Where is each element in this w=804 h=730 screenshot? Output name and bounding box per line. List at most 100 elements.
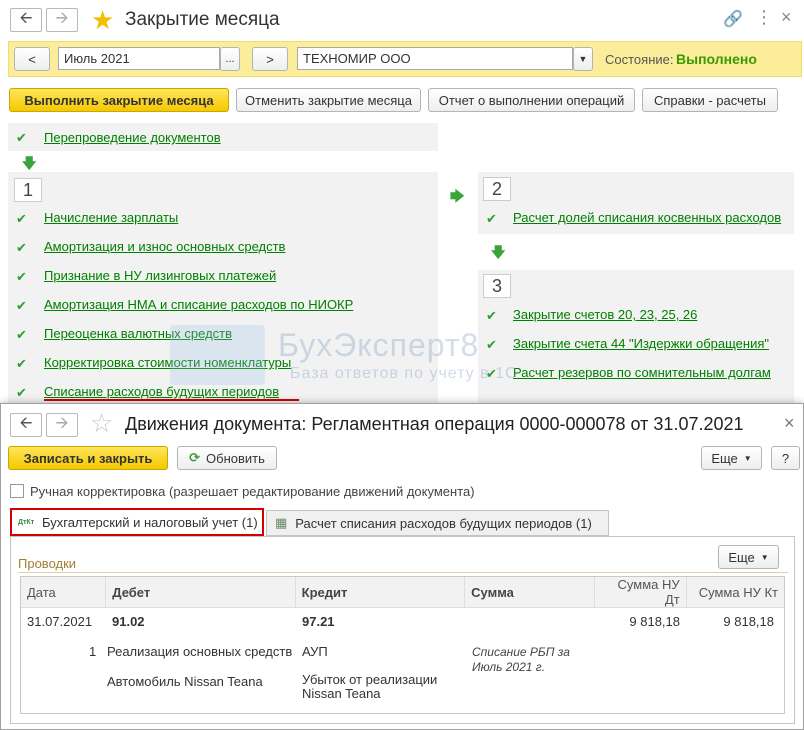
- row-date: 31.07.2021: [27, 614, 93, 629]
- back-button[interactable]: 🡨: [10, 8, 42, 32]
- chevron-down-icon: ▼: [760, 552, 769, 562]
- step2-item-indirect-costs[interactable]: Расчет долей списания косвенных расходов: [513, 210, 781, 225]
- chevron-down-icon: ▼: [743, 453, 752, 463]
- arrow-left-icon: 🡨: [19, 414, 33, 432]
- arrow-left-icon: 🡨: [19, 9, 33, 27]
- step1-item-nma[interactable]: Амортизация НМА и списание расходов по Н…: [44, 297, 353, 312]
- state-value: Выполнено: [676, 51, 757, 67]
- save-and-close-button[interactable]: Записать и закрыть: [8, 446, 168, 470]
- tab-deferred-expenses-label: Расчет списания расходов будущих периодо…: [295, 515, 592, 531]
- more-vertical-icon[interactable]: ⋮: [755, 7, 773, 28]
- dialog-forward-button[interactable]: 🡪: [46, 413, 78, 437]
- step1-item-deferred-expenses[interactable]: Списание расходов будущих периодов: [44, 384, 279, 399]
- check-icon: ✔: [16, 356, 27, 371]
- link-icon[interactable]: 🔗: [723, 9, 743, 29]
- row-debit-subconto-2: Автомобиль Nissan Teana: [107, 674, 263, 689]
- manual-edit-checkbox[interactable]: [10, 484, 24, 498]
- check-icon: ✔: [16, 130, 27, 145]
- cancel-close-month-button[interactable]: Отменить закрытие месяца: [236, 88, 421, 112]
- table-row[interactable]: 31.07.2021 91.02 97.21 9 818,18 9 818,18…: [21, 608, 784, 713]
- row-content: Списание РБП за Июль 2021 г.: [472, 645, 570, 674]
- step1-item-salary[interactable]: Начисление зарплаты: [44, 210, 178, 225]
- row-sum-nu-kt: 9 818,18: [723, 614, 774, 629]
- row-sum-nu-dt: 9 818,18: [629, 614, 680, 629]
- page-title: Закрытие месяца: [125, 9, 280, 30]
- row-credit-subconto-3: Nissan Teana: [302, 686, 381, 701]
- document-movements-dialog: 🡨 🡪 ☆ Движения документа: Регламентная о…: [0, 403, 804, 730]
- favorite-star-icon[interactable]: ☆: [90, 408, 113, 439]
- next-period-button[interactable]: >: [252, 47, 288, 71]
- period-field[interactable]: Июль 2021: [58, 47, 220, 70]
- row-debit: 91.02: [112, 614, 145, 629]
- entries-table[interactable]: Дата Дебет Кредит Сумма Сумма НУ Дт Сумм…: [20, 576, 785, 714]
- debit-credit-icon: ДтКт: [18, 518, 35, 526]
- period-picker-button[interactable]: ...: [220, 47, 240, 71]
- check-icon: ✔: [16, 327, 27, 342]
- close-icon[interactable]: ×: [781, 7, 792, 28]
- forward-button[interactable]: 🡪: [46, 8, 78, 32]
- chevron-down-icon: ▼: [578, 54, 588, 64]
- operations-report-button[interactable]: Отчет о выполнении операций: [428, 88, 635, 112]
- step1-number: 1: [14, 178, 42, 202]
- more-label: Еще: [711, 450, 738, 466]
- check-icon: ✔: [486, 308, 497, 323]
- arrow-right-icon: 🡪: [55, 414, 69, 432]
- section-title: Проводки: [18, 556, 77, 571]
- row-credit-subconto-1: АУП: [302, 644, 328, 659]
- row-number: 1: [89, 644, 97, 659]
- check-icon: ✔: [16, 269, 27, 284]
- row-credit-subconto-2: Убыток от реализации: [302, 672, 438, 687]
- check-icon: ✔: [16, 240, 27, 255]
- prev-period-button[interactable]: <: [14, 47, 50, 71]
- arrow-down-icon: 🡇: [491, 244, 506, 260]
- help-button[interactable]: ?: [771, 446, 800, 470]
- pre-step-link[interactable]: Перепроведение документов: [44, 130, 221, 145]
- row-credit: 97.21: [302, 614, 335, 629]
- red-underline: [44, 399, 299, 401]
- tab-accounting-label: Бухгалтерский и налоговый учет (1): [42, 514, 258, 530]
- run-close-month-button[interactable]: Выполнить закрытие месяца: [9, 88, 229, 112]
- step2-number: 2: [483, 177, 511, 201]
- check-icon: ✔: [486, 337, 497, 352]
- refresh-icon: ⟳: [189, 450, 201, 465]
- step3-item-reserves[interactable]: Расчет резервов по сомнительным долгам: [513, 365, 771, 380]
- check-icon: ✔: [486, 211, 497, 226]
- arrow-right-icon: 🡆: [450, 188, 465, 204]
- watermark-subtitle: База ответов по учету в 1С: [290, 365, 518, 382]
- table-icon: ▦: [275, 515, 288, 530]
- check-icon: ✔: [16, 385, 27, 400]
- step1-item-leasing[interactable]: Признание в НУ лизинговых платежей: [44, 268, 276, 283]
- favorite-star-icon[interactable]: ★: [91, 5, 114, 36]
- dialog-title: Движения документа: Регламентная операци…: [125, 414, 744, 434]
- col-credit[interactable]: Кредит: [295, 577, 466, 608]
- state-label: Состояние:: [605, 52, 674, 67]
- col-debit[interactable]: Дебет: [105, 577, 296, 608]
- table-more-button[interactable]: Еще ▼: [718, 545, 779, 569]
- refresh-button[interactable]: ⟳ Обновить: [177, 446, 277, 470]
- arrow-right-icon: 🡪: [55, 9, 69, 27]
- dialog-close-icon[interactable]: ×: [784, 413, 795, 434]
- col-sum[interactable]: Сумма: [464, 577, 595, 608]
- refresh-label: Обновить: [206, 450, 265, 466]
- section-divider: [18, 572, 788, 573]
- manual-edit-label: Ручная корректировка (разрешает редактир…: [30, 484, 475, 499]
- check-icon: ✔: [16, 298, 27, 313]
- tab-accounting[interactable]: ДтКт Бухгалтерский и налоговый учет (1): [10, 508, 264, 536]
- table-more-label: Еще: [728, 549, 755, 565]
- col-sum-nu-dt[interactable]: Сумма НУ Дт: [594, 577, 687, 608]
- organization-field[interactable]: ТЕХНОМИР ООО: [297, 47, 573, 70]
- col-date[interactable]: Дата: [21, 577, 107, 608]
- organization-dropdown-button[interactable]: ▼: [573, 47, 593, 71]
- row-debit-subconto-1: Реализация основных средств: [107, 644, 293, 659]
- step3-item-close-20[interactable]: Закрытие счетов 20, 23, 25, 26: [513, 307, 697, 322]
- watermark-title: БухЭксперт8: [278, 327, 480, 363]
- check-edit-icon: ✔: [16, 211, 27, 226]
- col-sum-nu-kt[interactable]: Сумма НУ Кт: [686, 577, 784, 608]
- tab-deferred-expenses[interactable]: ▦ Расчет списания расходов будущих перио…: [266, 510, 609, 536]
- watermark-logo: [170, 325, 265, 385]
- dialog-back-button[interactable]: 🡨: [10, 413, 42, 437]
- step1-item-depreciation[interactable]: Амортизация и износ основных средств: [44, 239, 285, 254]
- calculations-help-button[interactable]: Справки - расчеты: [642, 88, 778, 112]
- step3-item-close-44[interactable]: Закрытие счета 44 "Издержки обращения": [513, 336, 769, 351]
- more-button[interactable]: Еще ▼: [701, 446, 762, 470]
